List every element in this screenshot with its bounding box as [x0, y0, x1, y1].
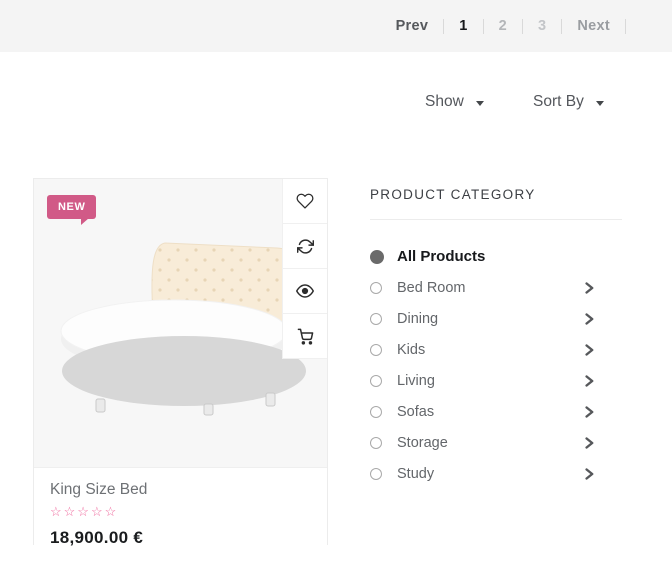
product-price: 18,900.00 € [50, 528, 311, 548]
category-label: All Products [397, 248, 485, 265]
radio-icon [370, 313, 382, 325]
new-badge: NEW [47, 195, 96, 219]
pagination-prev[interactable]: Prev [381, 18, 444, 34]
category-item-study[interactable]: Study [370, 458, 622, 489]
product-image-area: NEW [34, 179, 327, 468]
pagination-page-1[interactable]: 1 [444, 18, 482, 34]
chevron-right-icon [585, 282, 594, 294]
product-card[interactable]: NEW [33, 178, 328, 545]
category-label: Dining [397, 311, 438, 327]
radio-icon [370, 468, 382, 480]
add-to-cart-button[interactable] [282, 314, 327, 359]
radio-selected-icon [370, 250, 384, 264]
pagination-separator [625, 19, 626, 34]
cart-icon [297, 328, 314, 345]
product-actions [282, 179, 327, 359]
radio-icon [370, 344, 382, 356]
category-item-kids[interactable]: Kids [370, 334, 622, 365]
chevron-down-icon [596, 101, 604, 106]
sort-by-dropdown[interactable]: Sort By [533, 93, 604, 111]
compare-button[interactable] [282, 224, 327, 269]
radio-icon [370, 282, 382, 294]
heart-icon [296, 192, 314, 210]
chevron-down-icon [476, 101, 484, 106]
category-label: Sofas [397, 404, 434, 420]
category-item-living[interactable]: Living [370, 365, 622, 396]
category-list: All Products Bed Room Dining Kids Livin [370, 241, 622, 489]
category-label: Kids [397, 342, 425, 358]
chevron-right-icon [585, 375, 594, 387]
show-dropdown[interactable]: Show [425, 93, 484, 111]
chevron-right-icon [585, 437, 594, 449]
eye-icon [296, 282, 314, 300]
chevron-right-icon [585, 344, 594, 356]
radio-icon [370, 437, 382, 449]
category-item-bed-room[interactable]: Bed Room [370, 272, 622, 303]
top-bar: Prev 1 2 3 Next [0, 0, 672, 52]
pagination-next[interactable]: Next [562, 18, 625, 34]
sidebar-heading: PRODUCT CATEGORY [370, 187, 622, 202]
category-item-dining[interactable]: Dining [370, 303, 622, 334]
category-label: Living [397, 373, 435, 389]
sort-by-dropdown-label: Sort By [533, 93, 584, 111]
category-item-storage[interactable]: Storage [370, 427, 622, 458]
wishlist-button[interactable] [282, 179, 327, 224]
rating-stars[interactable]: ☆☆☆☆☆ [50, 504, 311, 520]
quick-view-button[interactable] [282, 269, 327, 314]
product-info: King Size Bed ☆☆☆☆☆ 18,900.00 € [34, 468, 327, 548]
pagination-page-3[interactable]: 3 [523, 18, 561, 34]
show-dropdown-label: Show [425, 93, 464, 111]
category-label: Storage [397, 435, 448, 451]
product-image-bed [56, 235, 308, 417]
category-label: Bed Room [397, 280, 466, 296]
product-title[interactable]: King Size Bed [50, 481, 311, 499]
divider [370, 219, 622, 220]
category-item-all-products[interactable]: All Products [370, 241, 622, 272]
pagination-page-2[interactable]: 2 [484, 18, 522, 34]
category-item-sofas[interactable]: Sofas [370, 396, 622, 427]
category-label: Study [397, 466, 434, 482]
pagination: Prev 1 2 3 Next [381, 0, 626, 52]
radio-icon [370, 406, 382, 418]
refresh-icon [297, 238, 314, 255]
chevron-right-icon [585, 468, 594, 480]
chevron-right-icon [585, 406, 594, 418]
radio-icon [370, 375, 382, 387]
chevron-right-icon [585, 313, 594, 325]
category-sidebar: PRODUCT CATEGORY All Products Bed Room D… [370, 187, 622, 489]
